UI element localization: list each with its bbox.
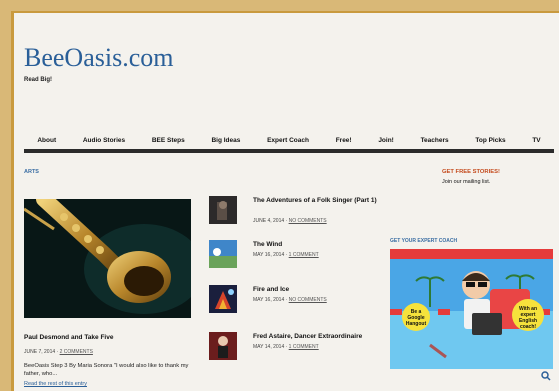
post-title[interactable]: The Adventures of a Folk Singer (Part 1) — [253, 196, 383, 206]
saxophone-illustration — [24, 199, 191, 318]
featured-post-comments-link[interactable]: 2 COMMENTS — [60, 349, 93, 355]
expert-coach-banner[interactable]: Be a Google Hangout With an expert English co… — [390, 249, 553, 369]
post-meta: JUNE 4, 2014 · NO COMMENTS — [253, 218, 327, 224]
post-meta: MAY 16, 2014 · 1 COMMENT — [253, 252, 319, 258]
post-comments-link[interactable]: NO COMMENTS — [289, 218, 327, 224]
site-title[interactable]: BeeOasis.com — [24, 43, 173, 73]
search-icon[interactable] — [541, 371, 551, 381]
post-date: MAY 16, 2014 · — [253, 297, 288, 303]
main-nav: About Audio Stories BEE Steps Big Ideas … — [24, 131, 554, 153]
nav-item-tv[interactable]: TV — [532, 137, 540, 144]
post-date: MAY 16, 2014 · — [253, 252, 288, 258]
expert-coach-illustration: Be a Google Hangout With an expert English co… — [390, 249, 553, 369]
nav-item-join[interactable]: Join! — [378, 137, 394, 144]
section-label-arts[interactable]: ARTS — [24, 169, 39, 175]
get-free-stories-link[interactable]: GET FREE STORIES! — [442, 169, 500, 175]
post-thumbnail[interactable] — [209, 332, 237, 360]
featured-post-meta: JUNE 7, 2014 · 2 COMMENTS — [24, 349, 93, 355]
nav-item-expert-coach[interactable]: Expert Coach — [267, 137, 309, 144]
ad-right-text: With an expert English coach! — [519, 306, 537, 330]
nav-item-audio-stories[interactable]: Audio Stories — [83, 137, 125, 144]
post-comments-link[interactable]: 1 COMMENT — [289, 344, 319, 350]
post-thumbnail[interactable] — [209, 240, 237, 268]
post-date: JUNE 4, 2014 · — [253, 218, 288, 224]
post-comments-link[interactable]: NO COMMENTS — [289, 297, 327, 303]
post-title[interactable]: Fire and Ice — [253, 285, 383, 295]
post-thumbnail[interactable] — [209, 285, 237, 313]
post-date: MAY 14, 2014 · — [253, 344, 288, 350]
page: BeeOasis.com Read Big! About Audio Stori… — [11, 11, 559, 391]
post-title[interactable]: The Wind — [253, 240, 383, 250]
nav-item-free[interactable]: Free! — [336, 137, 352, 144]
expert-coach-heading[interactable]: GET YOUR EXPERT COACH — [390, 238, 457, 244]
read-more-link[interactable]: Read the rest of this entry — [24, 381, 87, 387]
post-title[interactable]: Fred Astaire, Dancer Extraordinaire — [253, 332, 383, 342]
post-meta: MAY 14, 2014 · 1 COMMENT — [253, 344, 319, 350]
post-comments-link[interactable]: 1 COMMENT — [289, 252, 319, 258]
featured-image-saxophone[interactable] — [24, 199, 191, 318]
featured-post-excerpt: BeeOasis Step 3 By Maria Sonora "I would… — [24, 363, 189, 377]
site-tagline: Read Big! — [24, 77, 53, 83]
nav-item-about[interactable]: About — [37, 137, 56, 144]
nav-item-top-picks[interactable]: Top Picks — [475, 137, 505, 144]
nav-item-big-ideas[interactable]: Big Ideas — [211, 137, 240, 144]
post-thumbnail[interactable] — [209, 196, 237, 224]
nav-item-teachers[interactable]: Teachers — [421, 137, 449, 144]
join-mailing-list-link[interactable]: Join our mailing list. — [442, 179, 490, 185]
nav-item-bee-steps[interactable]: BEE Steps — [152, 137, 185, 144]
post-meta: MAY 16, 2014 · NO COMMENTS — [253, 297, 327, 303]
featured-post-title[interactable]: Paul Desmond and Take Five — [24, 334, 113, 341]
featured-post-date: JUNE 7, 2014 · — [24, 349, 59, 355]
